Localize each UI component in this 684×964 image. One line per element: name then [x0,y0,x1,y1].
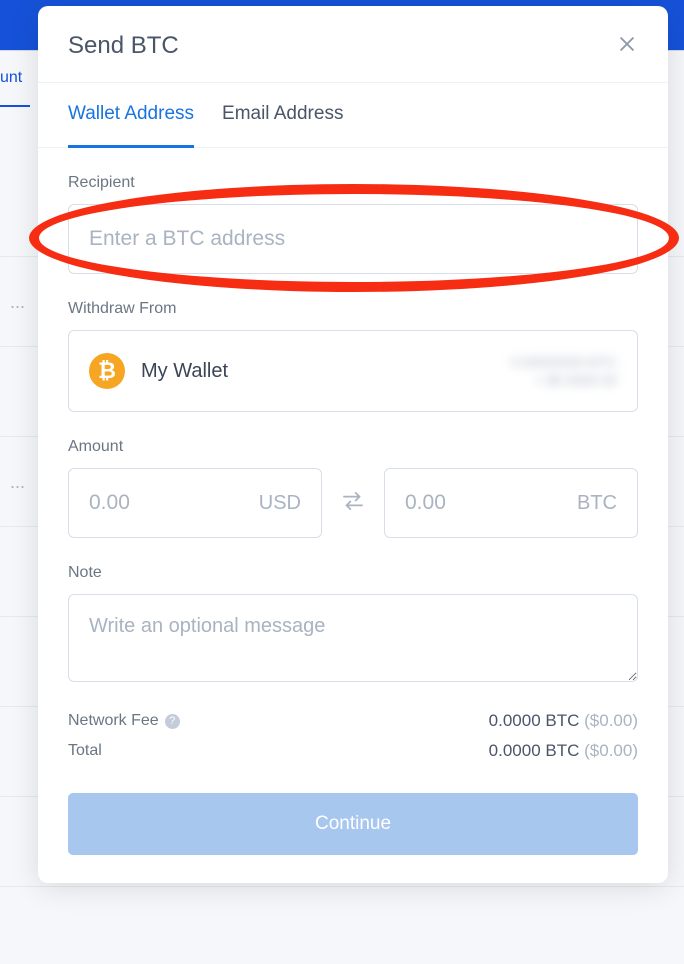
modal-header: Send BTC [38,6,668,82]
amount-usd-input[interactable] [89,491,237,515]
amount-btc-input[interactable] [405,491,553,515]
help-icon[interactable]: ? [165,714,180,729]
close-button[interactable] [616,33,638,60]
note-textarea[interactable] [68,594,638,682]
network-fee-btc: 0.0000 BTC [489,711,580,730]
amount-usd-box: USD [68,468,322,538]
tab-wallet-address[interactable]: Wallet Address [68,83,194,148]
swap-currency-button[interactable] [336,486,370,521]
recipient-label: Recipient [68,174,638,192]
network-fee-row: Network Fee ? 0.0000 BTC ($0.00) [68,711,638,731]
total-btc: 0.0000 BTC [489,741,580,760]
network-fee-text: Network Fee [68,712,159,730]
btc-currency-label: BTC [577,492,617,515]
wallet-balance-secondary: = $0.0000.00 [511,371,617,389]
amount-row: USD BTC [68,468,638,538]
total-usd: ($0.00) [584,741,638,760]
note-section: Note [68,564,638,687]
send-tabs: Wallet Address Email Address [38,82,668,148]
amount-label: Amount [68,438,638,456]
total-value: 0.0000 BTC ($0.00) [489,741,638,761]
modal-title: Send BTC [68,32,179,60]
network-fee-label: Network Fee ? [68,712,180,730]
wallet-balance-primary: 0.00000000 BTC [511,353,617,371]
continue-button[interactable]: Continue [68,793,638,855]
tab-email-address[interactable]: Email Address [222,83,343,147]
form-body: Recipient Withdraw From ₿ My Wallet 0.00… [38,148,668,883]
total-label: Total [68,742,102,760]
withdraw-from-selector[interactable]: ₿ My Wallet 0.00000000 BTC = $0.0000.00 [68,330,638,412]
amount-btc-box: BTC [384,468,638,538]
background-nav-fragment: unt [0,51,30,107]
withdraw-from-label: Withdraw From [68,300,638,318]
bitcoin-icon: ₿ [89,353,125,389]
total-row: Total 0.0000 BTC ($0.00) [68,741,638,761]
wallet-name: My Wallet [141,360,495,383]
wallet-balance: 0.00000000 BTC = $0.0000.00 [511,353,617,389]
send-btc-modal: Send BTC Wallet Address Email Address Re… [38,6,668,883]
close-icon [616,33,638,55]
swap-icon [340,490,366,512]
recipient-input-wrap [68,204,638,274]
note-label: Note [68,564,638,582]
usd-currency-label: USD [259,492,301,515]
recipient-input[interactable] [68,204,638,274]
network-fee-value: 0.0000 BTC ($0.00) [489,711,638,731]
network-fee-usd: ($0.00) [584,711,638,730]
